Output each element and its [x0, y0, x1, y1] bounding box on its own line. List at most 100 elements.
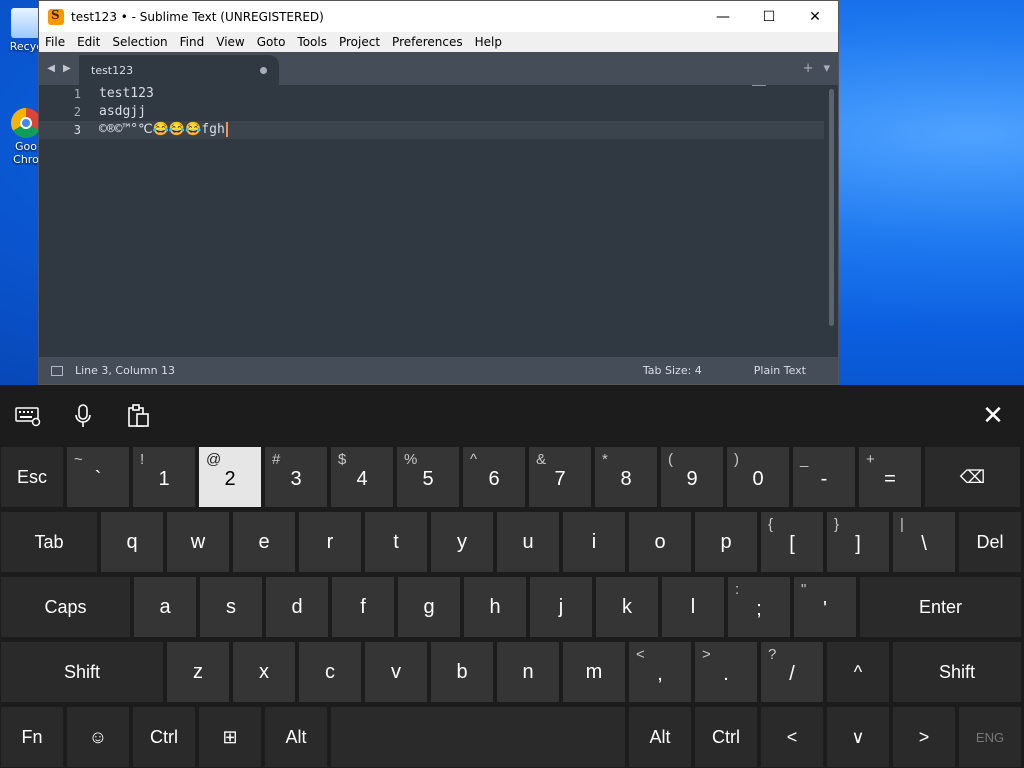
down-arrow-key[interactable]: ∨ — [827, 707, 889, 767]
menu-selection[interactable]: Selection — [106, 35, 173, 49]
key-4[interactable]: $4 — [331, 447, 393, 507]
enter-key[interactable]: Enter — [860, 577, 1021, 637]
key-u[interactable]: u — [497, 512, 559, 572]
key-=[interactable]: + = — [859, 447, 921, 507]
shift-key[interactable]: Shift — [1, 642, 163, 702]
title-bar[interactable]: test123 • - Sublime Text (UNREGISTERED) … — [39, 1, 838, 32]
key-p[interactable]: p — [695, 512, 757, 572]
menu-goto[interactable]: Goto — [251, 35, 292, 49]
key-z[interactable]: z — [167, 642, 229, 702]
key-t[interactable]: t — [365, 512, 427, 572]
key-6[interactable]: ^ 6 — [463, 447, 525, 507]
backspace-key[interactable]: ⌫ — [925, 447, 1020, 507]
key-k[interactable]: k — [596, 577, 658, 637]
menu-view[interactable]: View — [210, 35, 250, 49]
key-7[interactable]: & 7 — [529, 447, 591, 507]
emoji-key[interactable]: ☺ — [67, 707, 129, 767]
microphone-icon[interactable] — [69, 402, 97, 430]
menu-project[interactable]: Project — [333, 35, 386, 49]
ctrl-key[interactable]: Ctrl — [695, 707, 757, 767]
key-[[interactable]: {[ — [761, 512, 823, 572]
clipboard-icon[interactable] — [124, 402, 152, 430]
unsaved-dot-icon[interactable] — [260, 66, 267, 74]
key-b[interactable]: b — [431, 642, 493, 702]
caps-key[interactable]: Caps — [1, 577, 130, 637]
key-5[interactable]: % 5 — [397, 447, 459, 507]
syntax-mode[interactable]: Plain Text — [754, 364, 806, 377]
key-w[interactable]: w — [167, 512, 229, 572]
tab-size[interactable]: Tab Size: 4 — [643, 364, 702, 377]
code-line[interactable]: asdgjj — [95, 103, 824, 121]
key-f[interactable]: f — [332, 577, 394, 637]
close-button[interactable]: ✕ — [792, 1, 838, 32]
key-c[interactable]: c — [299, 642, 361, 702]
right-arrow-key[interactable]: > — [893, 707, 955, 767]
code-text[interactable]: test123 asdgjj ©®©™°℃😂😂😂fgh — [95, 85, 824, 139]
space-key[interactable] — [331, 707, 625, 767]
menu-file[interactable]: File — [39, 35, 71, 49]
key-d[interactable]: d — [266, 577, 328, 637]
tab-key[interactable]: Tab — [1, 512, 97, 572]
menu-preferences[interactable]: Preferences — [386, 35, 469, 49]
key-3[interactable]: #3 — [265, 447, 327, 507]
key-1[interactable]: ! 1 — [133, 447, 195, 507]
key-2[interactable]: @2 — [199, 447, 261, 507]
key-`[interactable]: ~ ` — [67, 447, 129, 507]
esc-key[interactable]: Esc — [1, 447, 63, 507]
left-arrow-key[interactable]: < — [761, 707, 823, 767]
sidebar-toggle-icon[interactable] — [51, 365, 63, 376]
key-x[interactable]: x — [233, 642, 295, 702]
editor-area[interactable]: 1 2 3 test123 asdgjj ©®©™°℃😂😂😂fgh — [39, 85, 838, 353]
key-q[interactable]: q — [101, 512, 163, 572]
key-m[interactable]: m — [563, 642, 625, 702]
close-keyboard-icon[interactable]: ✕ — [979, 401, 1007, 431]
menu-tools[interactable]: Tools — [291, 35, 333, 49]
tab-prev-icon[interactable]: ◀ — [47, 63, 55, 74]
key-e[interactable]: e — [233, 512, 295, 572]
key-g[interactable]: g — [398, 577, 460, 637]
delete-key[interactable]: Del — [959, 512, 1021, 572]
keyboard-settings-icon[interactable] — [14, 402, 42, 430]
language-key[interactable]: ENG — [959, 707, 1021, 767]
menu-help[interactable]: Help — [469, 35, 508, 49]
minimap-indicator[interactable] — [752, 85, 766, 89]
menu-edit[interactable]: Edit — [71, 35, 106, 49]
vertical-scrollbar[interactable] — [829, 89, 834, 326]
code-line[interactable]: test123 — [95, 85, 824, 103]
key-v[interactable]: v — [365, 642, 427, 702]
key-'[interactable]: " ' — [794, 577, 856, 637]
key-r[interactable]: r — [299, 512, 361, 572]
alt-key[interactable]: Alt — [629, 707, 691, 767]
tab-next-icon[interactable]: ▶ — [63, 63, 71, 74]
menu-find[interactable]: Find — [174, 35, 211, 49]
code-line[interactable]: ©®©™°℃😂😂😂fgh — [95, 121, 824, 139]
key-o[interactable]: o — [629, 512, 691, 572]
key-h[interactable]: h — [464, 577, 526, 637]
key-.[interactable]: >. — [695, 642, 757, 702]
key-l[interactable]: l — [662, 577, 724, 637]
key-][interactable]: }] — [827, 512, 889, 572]
new-tab-icon[interactable]: + — [803, 61, 814, 76]
key-s[interactable]: s — [200, 577, 262, 637]
key-j[interactable]: j — [530, 577, 592, 637]
key-9[interactable]: (9 — [661, 447, 723, 507]
tab-test123[interactable]: test123 — [79, 55, 279, 85]
windows-key[interactable]: ⊞ — [199, 707, 261, 767]
key-a[interactable]: a — [134, 577, 196, 637]
key-y[interactable]: y — [431, 512, 493, 572]
ctrl-key[interactable]: Ctrl — [133, 707, 195, 767]
key-,[interactable]: <, — [629, 642, 691, 702]
key-/[interactable]: ? / — [761, 642, 823, 702]
minimize-button[interactable]: — — [700, 1, 746, 32]
key-8[interactable]: * 8 — [595, 447, 657, 507]
key-;[interactable]: :; — [728, 577, 790, 637]
fn-key[interactable]: Fn — [1, 707, 63, 767]
maximize-button[interactable]: ☐ — [746, 1, 792, 32]
key-\[interactable]: | \ — [893, 512, 955, 572]
key-0[interactable]: ) 0 — [727, 447, 789, 507]
key--[interactable]: _ - — [793, 447, 855, 507]
up-arrow-key[interactable]: ^ — [827, 642, 889, 702]
alt-key[interactable]: Alt — [265, 707, 327, 767]
tab-dropdown-icon[interactable]: ▾ — [823, 61, 830, 76]
key-i[interactable]: i — [563, 512, 625, 572]
